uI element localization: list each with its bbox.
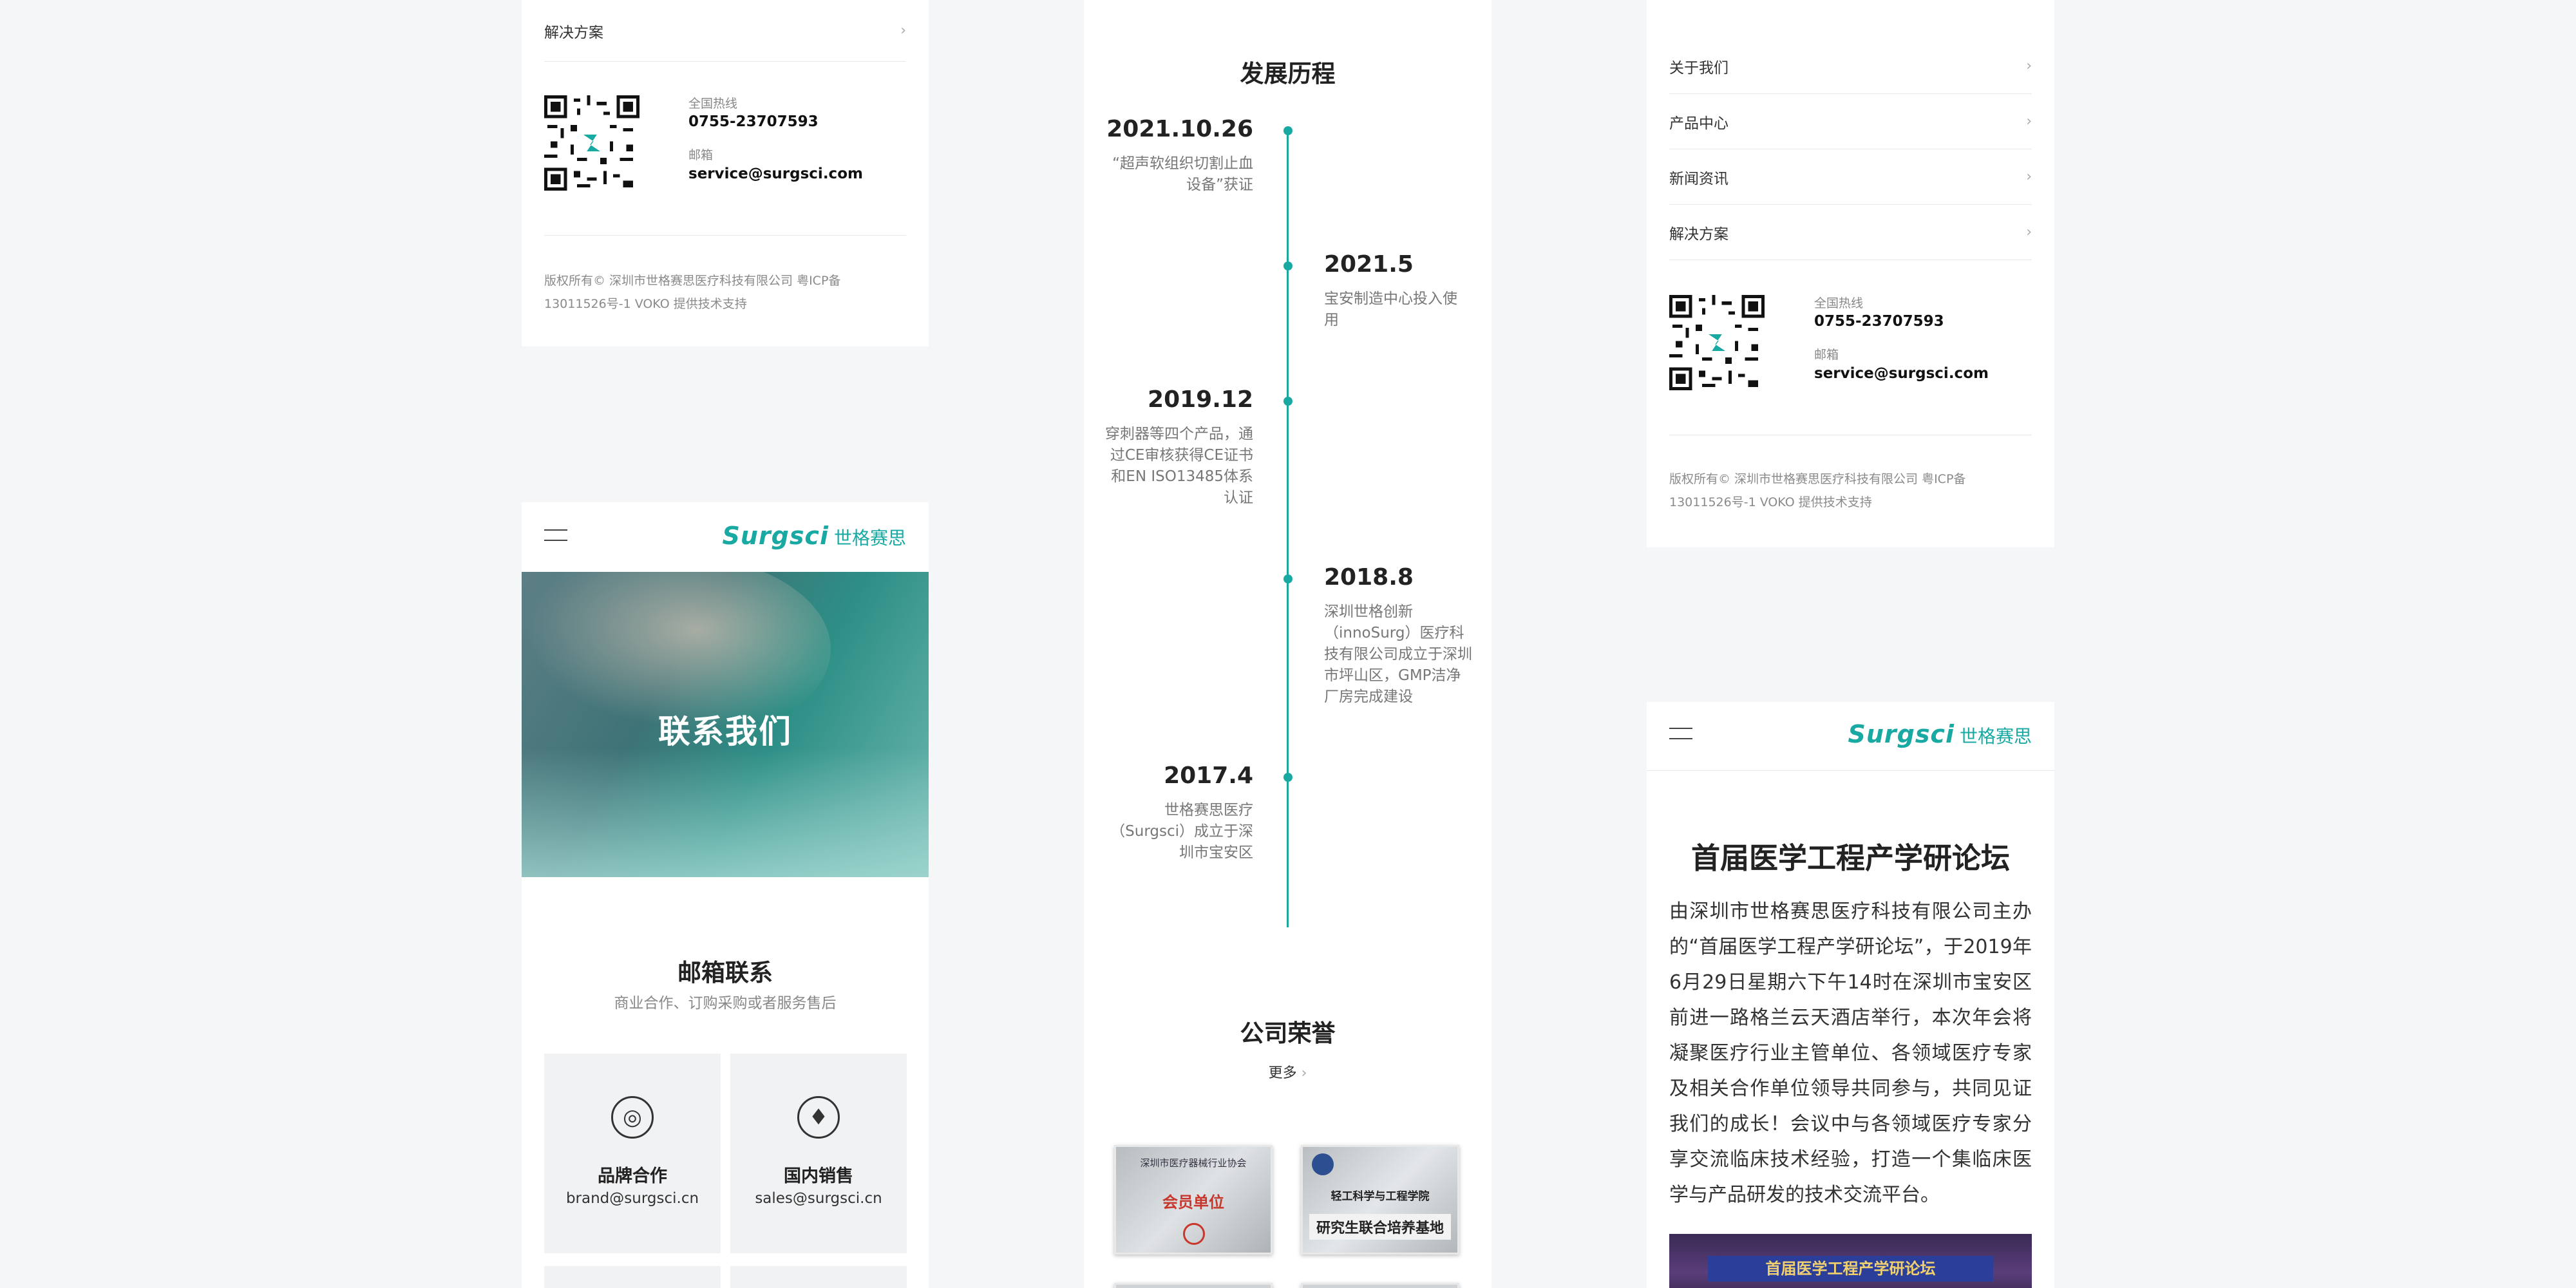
honor-plaque-partial [1114,1283,1273,1288]
logo-text-en: Surgsci [722,522,829,550]
history-page: 发展历程 2021.10.26 “超声软组织切割止血设备”获证 2021.5 宝… [1084,0,1492,1288]
more-label: 更多 [1268,1065,1297,1081]
mail-box-title: 品牌合作 [598,1166,667,1186]
menu-item-label: 解决方案 [1669,225,1728,243]
timeline-year: 2018.8 [1324,564,1414,591]
copyright-text: 版权所有© 深圳市世格赛思医疗科技有限公司 粤ICP备 13011526号-1 … [1669,468,1965,514]
mail-box-brand[interactable]: ◎ 品牌合作 brand@surgsci.cn [544,1054,721,1253]
email-label: 邮箱 [1814,348,1839,362]
menu-icon[interactable] [1669,728,1692,741]
timeline-year: 2021.10.26 [1106,116,1253,142]
chevron-right-icon: › [900,23,906,39]
menu-item-about[interactable]: 关于我们 › [1669,39,2032,94]
hotline-label: 全国热线 [688,97,738,111]
divider [544,235,906,236]
copyright-line: 版权所有© 深圳市世格赛思医疗科技有限公司 粤ICP备 [544,274,841,288]
mail-section-title: 邮箱联系 [677,959,773,987]
copyright-text: 版权所有© 深圳市世格赛思医疗科技有限公司 粤ICP备 13011526号-1 … [544,269,840,316]
logo[interactable]: Surgsci 世格赛思 [1848,720,2032,748]
header-divider [1647,770,2054,771]
history-title: 发展历程 [1240,60,1336,88]
logo-text-cn: 世格赛思 [1959,726,2032,747]
menu-item-news[interactable]: 新闻资讯 › [1669,149,2032,205]
copyright-line: 13011526号-1 VOKO 提供技术支持 [1669,495,1872,509]
contact-page: Surgsci 世格赛思 联系我们 邮箱联系 商业合作、订购采购或者服务售后 ◎… [522,502,929,1288]
email-address[interactable]: service@surgsci.com [1814,365,1989,382]
timeline-line [1287,129,1289,927]
menu-icon[interactable] [544,529,567,542]
mail-box-email: sales@surgsci.cn [755,1190,882,1207]
timeline-year: 2017.4 [1164,762,1253,789]
honor-plaque[interactable]: 轻工科学与工程学院 研究生联合培养基地 [1301,1145,1459,1255]
chevron-right-icon: › [2026,169,2032,185]
more-link[interactable]: 更多 › [1084,1061,1492,1082]
banner-overlay [522,748,929,877]
honor-plaque-partial [1301,1283,1459,1288]
footer-panel-left: 解决方案 › 全国热线 0755-23707593 邮箱 service@sur… [522,0,929,346]
menu-item-label: 解决方案 [544,24,603,41]
mail-box-title: 国内销售 [784,1166,853,1186]
news-page: Surgsci 世格赛思 首届医学工程产学研论坛 由深圳市世格赛思医疗科技有限公… [1647,702,2054,1288]
honor-org: 轻工科学与工程学院 [1331,1190,1430,1203]
menu-item-label: 关于我们 [1669,59,1728,77]
qr-code [544,94,639,192]
copyright-line: 版权所有© 深圳市世格赛思医疗科技有限公司 粤ICP备 [1669,472,1966,486]
chevron-right-icon: › [2026,113,2032,129]
article-title: 首届医学工程产学研论坛 [1690,841,2010,875]
hotline-number[interactable]: 0755-23707593 [688,113,819,130]
article-photo: 首届医学工程产学研论坛 [1669,1234,2032,1288]
mail-section-subtitle: 商业合作、订购采购或者服务售后 [614,995,837,1012]
menu-item-label: 新闻资讯 [1669,170,1728,187]
article-body: 由深圳市世格赛思医疗科技有限公司主办的“首届医学工程产学研论坛”，于2019年6… [1669,900,2032,1206]
menu-item-label: 产品中心 [1669,115,1728,132]
mail-box-partial [730,1266,907,1288]
timeline-desc: 深圳世格创新（innoSurg）医疗科技有限公司成立于深圳市坪山区，GMP洁净厂… [1324,603,1472,705]
honor-org: 深圳市医疗器械行业协会 [1140,1157,1247,1169]
timeline-desc: 穿刺器等四个产品，通过CE审核获得CE证书和EN ISO13485体系认证 [1105,426,1253,506]
menu-item-solutions[interactable]: 解决方案 › [544,0,906,62]
timeline-dot [1283,773,1293,782]
copyright-line: 13011526号-1 VOKO 提供技术支持 [544,297,747,311]
banner-title: 联系我们 [658,713,792,750]
photo-banner-text: 首届医学工程产学研论坛 [1765,1260,1936,1278]
honors-title: 公司荣誉 [1240,1019,1336,1047]
menu-item-solutions[interactable]: 解决方案 › [1669,205,2032,260]
timeline-desc: “超声软组织切割止血设备”获证 [1112,155,1253,193]
timeline-desc: 宝安制造中心投入使用 [1324,290,1457,328]
chevron-right-icon: › [2026,224,2032,240]
target-icon: ◎ [611,1096,654,1139]
chevron-right-icon: › [2026,58,2032,74]
footer-panel-right: 关于我们 › 产品中心 › 新闻资讯 › 解决方案 › 全国热线 0755-23… [1647,0,2054,547]
hotline-number[interactable]: 0755-23707593 [1814,313,1944,330]
mail-box-partial [544,1266,721,1288]
menu-item-products[interactable]: 产品中心 › [1669,94,2032,149]
timeline-dot [1283,261,1293,270]
honor-text: 会员单位 [1162,1193,1224,1211]
seal-icon [1183,1223,1205,1245]
timeline-desc: 世格赛思医疗（Surgsci）成立于深圳市宝安区 [1110,802,1253,861]
photo-banner: 首届医学工程产学研论坛 [1708,1256,1993,1282]
mail-box-sales[interactable]: ♦ 国内销售 sales@surgsci.cn [730,1054,907,1253]
logo[interactable]: Surgsci 世格赛思 [722,522,906,550]
timeline-year: 2021.5 [1324,251,1414,278]
email-label: 邮箱 [688,148,714,162]
logo-text-cn: 世格赛思 [833,527,906,549]
mail-box-email: brand@surgsci.cn [565,1190,699,1207]
chevron-right-icon: › [1296,1065,1307,1081]
qr-code [1669,294,1765,392]
timeline-dot [1283,397,1293,406]
email-address[interactable]: service@surgsci.com [688,166,863,182]
hotline-label: 全国热线 [1814,296,1864,310]
timeline-year: 2019.12 [1148,386,1253,413]
honor-text: 研究生联合培养基地 [1309,1214,1451,1240]
honor-plaque[interactable]: 深圳市医疗器械行业协会 会员单位 [1114,1145,1273,1255]
timeline-dot [1283,126,1293,135]
logo-text-en: Surgsci [1848,720,1955,748]
contact-banner: 联系我们 [522,572,929,877]
timeline-dot [1283,574,1293,583]
tie-icon: ♦ [797,1096,840,1139]
emblem-icon [1312,1153,1334,1175]
